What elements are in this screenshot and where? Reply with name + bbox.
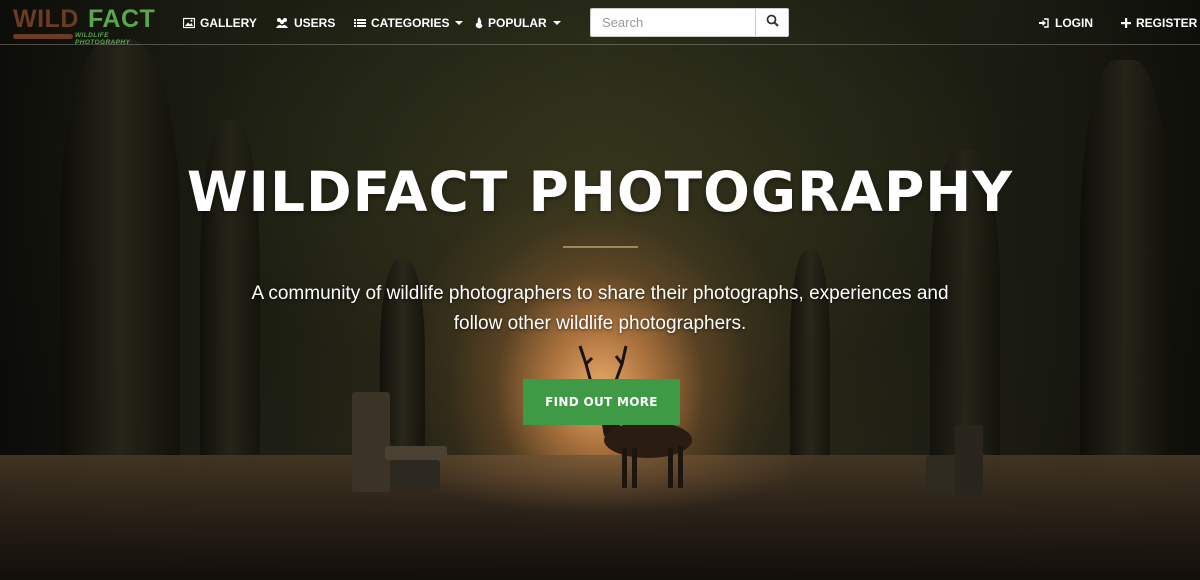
nav-popular[interactable]: POPULAR: [475, 15, 561, 31]
fire-icon: [475, 17, 483, 29]
users-icon: [275, 17, 289, 29]
chevron-down-icon: [552, 21, 561, 25]
nav-register-label: REGISTER: [1136, 16, 1198, 30]
search-button[interactable]: [755, 9, 788, 36]
image-icon: [182, 17, 196, 29]
brand-name-wild: WILD: [13, 5, 79, 33]
brand-name-fact: FACT: [88, 5, 156, 33]
list-icon: [354, 17, 366, 29]
brand-logo[interactable]: WILD FACT WILDLIFE PHOTOGRAPHY: [13, 5, 158, 46]
chevron-down-icon: [455, 21, 464, 25]
nav-login[interactable]: LOGIN: [1038, 15, 1093, 31]
nav-gallery-label: GALLERY: [200, 16, 257, 30]
search-icon: [766, 14, 779, 32]
nav-login-label: LOGIN: [1055, 16, 1093, 30]
sign-in-icon: [1038, 17, 1050, 29]
brand-underline: [13, 34, 73, 39]
nav-popular-label: POPULAR: [488, 16, 547, 30]
plus-icon: [1121, 17, 1131, 29]
bench-left: [352, 392, 390, 492]
bench-right-back: [955, 425, 983, 495]
bench-left-leg: [390, 460, 440, 490]
hero-subtitle: A community of wildlife photographers to…: [251, 283, 949, 334]
nav-categories-label: CATEGORIES: [371, 16, 450, 30]
tree-trunk: [60, 40, 180, 510]
bench-left-seat: [385, 446, 447, 460]
nav-users-label: USERS: [294, 16, 336, 30]
nav-users[interactable]: USERS: [275, 15, 335, 31]
find-out-more-button[interactable]: FIND OUT MORE: [523, 379, 680, 425]
nav-gallery[interactable]: GALLERY: [182, 15, 257, 31]
nav-register[interactable]: REGISTER: [1121, 15, 1197, 31]
hero-title: WILDFACT PHOTOGRAPHY: [186, 160, 1014, 224]
nav-categories[interactable]: CATEGORIES: [354, 15, 464, 31]
search-input[interactable]: [591, 9, 755, 36]
tree-trunk: [1080, 60, 1170, 510]
hero-divider: [563, 246, 638, 248]
search-box: [590, 8, 789, 37]
brand-tagline: WILDLIFE PHOTOGRAPHY: [75, 32, 131, 46]
navbar: WILD FACT WILDLIFE PHOTOGRAPHY GALLERY U…: [0, 0, 1200, 46]
